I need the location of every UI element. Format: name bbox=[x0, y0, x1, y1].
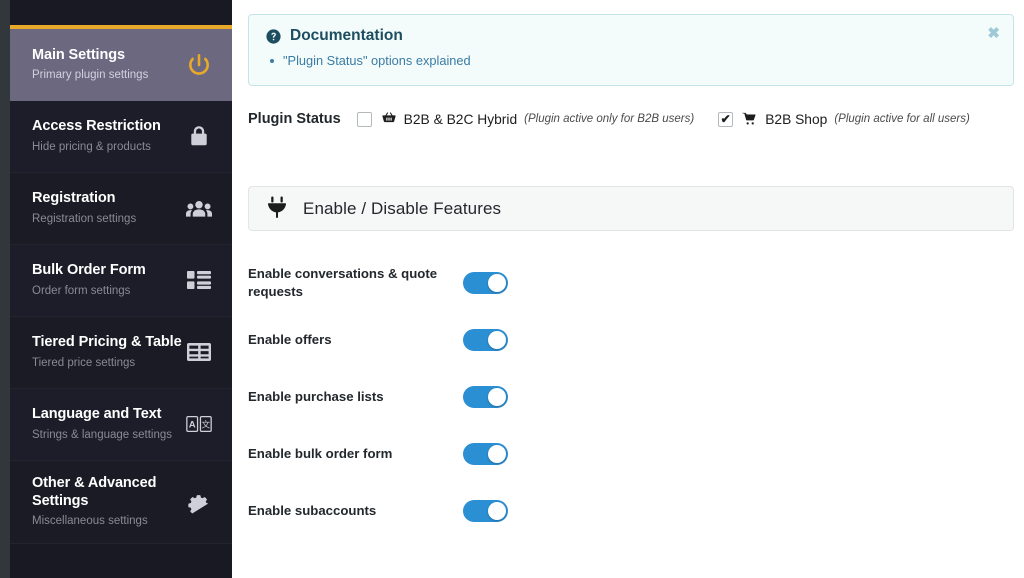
sidebar-item-text: Main Settings Primary plugin settings bbox=[32, 46, 148, 83]
checkbox-b2b-b2c-hybrid[interactable]: ✔ bbox=[356, 111, 372, 127]
documentation-heading: Documentation bbox=[265, 27, 999, 45]
plugin-status-option-name: B2B Shop bbox=[765, 111, 828, 127]
feature-toggle-label: Enable offers bbox=[248, 331, 332, 347]
shopping-cart-icon bbox=[742, 111, 758, 127]
feature-toggle-label: Enable subaccounts bbox=[248, 502, 377, 518]
feature-toggle-row: Enable conversations & quote requests bbox=[248, 254, 1014, 311]
sidebar-item-sublabel: Strings & language settings bbox=[32, 428, 173, 441]
sidebar-item-bulk-order-form[interactable]: Bulk Order Form Order form settings bbox=[10, 245, 232, 317]
sidebar-item-text: Bulk Order Form Order form settings bbox=[32, 261, 146, 298]
documentation-link-item: "Plugin Status" options explained bbox=[265, 51, 999, 71]
sidebar-item-registration[interactable]: Registration Registration settings bbox=[10, 173, 232, 245]
plugin-status-option-hint: (Plugin active only for B2B users) bbox=[524, 113, 695, 125]
feature-toggle-row: Enable purchase lists bbox=[248, 368, 1014, 425]
sidebar-item-other-advanced-settings[interactable]: Other & Advanced Settings Miscellaneous s… bbox=[10, 461, 232, 545]
features-panel-title: Enable / Disable Features bbox=[303, 198, 502, 218]
feature-toggle-label: Enable bulk order form bbox=[248, 445, 393, 461]
feature-toggle-switch[interactable] bbox=[463, 499, 508, 522]
features-panel-header: Enable / Disable Features bbox=[248, 186, 1014, 231]
svg-text:A: A bbox=[189, 420, 196, 431]
feature-toggle-switch[interactable] bbox=[463, 442, 508, 465]
documentation-title: Documentation bbox=[290, 27, 403, 44]
sidebar-item-sublabel: Tiered price settings bbox=[32, 356, 136, 369]
sidebar-item-sublabel: Registration settings bbox=[32, 212, 137, 225]
feature-toggle-switch[interactable] bbox=[463, 328, 508, 351]
sidebar-item-label: Other & Advanced Settings bbox=[32, 475, 157, 510]
toggle-knob bbox=[488, 330, 506, 349]
plugin-settings-screen: Main Settings Primary plugin settings Acce… bbox=[0, 0, 1024, 578]
sidebar-item-tiered-pricing-table[interactable]: Tiered Pricing & Table Tiered price setti… bbox=[10, 317, 232, 389]
plugin-status-option-name: B2B & B2C Hybrid bbox=[403, 111, 518, 127]
plugin-status-label: Plugin Status bbox=[248, 111, 341, 127]
wp-admin-gutter bbox=[0, 0, 10, 578]
translate-icon: A文 bbox=[184, 409, 214, 439]
main-content: Documentation "Plugin Status" options ex… bbox=[232, 0, 1024, 578]
toggle-knob bbox=[488, 273, 506, 292]
feature-toggle-row: Enable bulk order form bbox=[248, 425, 1014, 482]
sidebar-item-sublabel: Miscellaneous settings bbox=[32, 515, 148, 528]
feature-toggle-row: Enable offers bbox=[248, 311, 1014, 368]
sidebar-item-text: Access Restriction Hide pricing & product… bbox=[32, 117, 161, 154]
sidebar-item-label: Access Restriction bbox=[32, 118, 161, 135]
users-icon bbox=[184, 193, 214, 223]
documentation-link-list: "Plugin Status" options explained bbox=[265, 51, 999, 71]
settings-sidebar: Main Settings Primary plugin settings Acce… bbox=[10, 0, 232, 578]
question-circle-icon bbox=[265, 28, 282, 45]
sidebar-item-text: Language and Text Strings & language sett… bbox=[32, 405, 172, 442]
documentation-link[interactable]: "Plugin Status" options explained bbox=[283, 53, 471, 68]
list-icon bbox=[184, 265, 214, 295]
sidebar-item-label: Tiered Pricing & Table bbox=[32, 334, 182, 351]
plugin-status-option-hybrid[interactable]: ✔ B2B & B2C Hybrid (Plugin active only f… bbox=[356, 111, 695, 127]
close-icon[interactable]: ✖ bbox=[983, 22, 1004, 45]
plugin-status-option-hint: (Plugin active for all users) bbox=[834, 113, 970, 125]
feature-toggle-label: Enable conversations & quote requests bbox=[248, 265, 438, 299]
sidebar-item-text: Tiered Pricing & Table Tiered price setti… bbox=[32, 333, 182, 370]
feature-toggle-row: Enable subaccounts bbox=[248, 482, 1014, 539]
toggle-knob bbox=[488, 501, 506, 520]
sidebar-item-sublabel: Order form settings bbox=[32, 284, 131, 297]
plug-icon bbox=[265, 196, 289, 222]
sidebar-item-label: Language and Text bbox=[32, 406, 162, 423]
documentation-notice: Documentation "Plugin Status" options ex… bbox=[248, 14, 1014, 87]
feature-toggle-list: Enable conversations & quote requests Ena… bbox=[248, 254, 1014, 539]
toggle-knob bbox=[488, 444, 506, 463]
sidebar-top-spacer bbox=[10, 0, 232, 25]
svg-text:文: 文 bbox=[201, 419, 210, 431]
sidebar-item-sublabel: Hide pricing & products bbox=[32, 140, 151, 153]
feature-toggle-switch[interactable] bbox=[463, 271, 508, 294]
power-icon bbox=[184, 50, 214, 80]
gear-icon bbox=[184, 487, 214, 517]
sidebar-item-text: Registration Registration settings bbox=[32, 189, 136, 226]
toggle-knob bbox=[488, 387, 506, 406]
plugin-status-option-b2b-shop[interactable]: ✔ B2B Shop (Plugin active for all users) bbox=[718, 111, 970, 127]
feature-toggle-label: Enable purchase lists bbox=[248, 388, 384, 404]
plugin-status-row: Plugin Status ✔ B2B & B2C Hybrid (Plugin… bbox=[248, 108, 970, 130]
sidebar-item-label: Registration bbox=[32, 190, 116, 207]
shopping-basket-icon bbox=[381, 111, 397, 127]
sidebar-item-access-restriction[interactable]: Access Restriction Hide pricing & product… bbox=[10, 101, 232, 173]
table-icon bbox=[184, 337, 214, 367]
sidebar-nav-list: Main Settings Primary plugin settings Acce… bbox=[10, 25, 232, 545]
sidebar-item-label: Bulk Order Form bbox=[32, 262, 146, 279]
lock-icon bbox=[184, 121, 214, 151]
feature-toggle-switch[interactable] bbox=[463, 385, 508, 408]
checkbox-b2b-shop[interactable]: ✔ bbox=[718, 111, 734, 127]
sidebar-item-label: Main Settings bbox=[32, 46, 125, 63]
sidebar-item-sublabel: Primary plugin settings bbox=[32, 69, 149, 82]
sidebar-item-language-and-text[interactable]: Language and Text Strings & language sett… bbox=[10, 389, 232, 461]
sidebar-item-main-settings[interactable]: Main Settings Primary plugin settings bbox=[10, 25, 232, 101]
sidebar-item-text: Other & Advanced Settings Miscellaneous s… bbox=[32, 474, 182, 529]
